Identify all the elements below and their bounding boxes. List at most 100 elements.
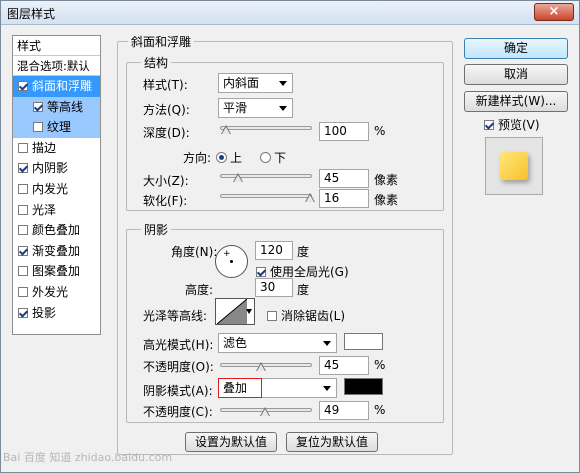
soften-unit: 像素 bbox=[374, 193, 399, 207]
highlight-mode-select[interactable]: 滤色 bbox=[218, 333, 337, 353]
angle-dial[interactable]: + bbox=[215, 245, 248, 278]
style-item-label: 图案叠加 bbox=[32, 264, 81, 279]
crosshair-icon: + bbox=[223, 249, 231, 259]
chevron-down-icon bbox=[323, 341, 331, 346]
depth-label: 深度(D): bbox=[143, 126, 190, 140]
preview-thumbnail bbox=[485, 137, 543, 195]
style-item[interactable]: 外发光 bbox=[13, 282, 100, 303]
style-item[interactable]: 内发光 bbox=[13, 179, 100, 200]
size-slider[interactable] bbox=[220, 171, 312, 183]
reset-default-button[interactable]: 复位为默认值 bbox=[286, 432, 378, 452]
highlight-mode-value: 滤色 bbox=[223, 336, 248, 350]
style-item[interactable]: 内阴影 bbox=[13, 158, 100, 179]
checkbox-icon[interactable] bbox=[18, 307, 28, 318]
style-item[interactable]: 图案叠加 bbox=[13, 261, 100, 282]
checkbox-icon[interactable] bbox=[18, 81, 28, 91]
depth-slider-thumb[interactable] bbox=[221, 125, 232, 135]
checkbox-icon[interactable] bbox=[18, 286, 28, 297]
altitude-unit: 度 bbox=[297, 283, 310, 297]
soften-input[interactable]: 16 bbox=[319, 189, 369, 208]
direction-down-radio[interactable]: 下 bbox=[260, 149, 286, 166]
layer-style-dialog: 图层样式 × 样式 混合选项:默认 斜面和浮雕 等高线纹理描边内阴影内发光光泽颜色… bbox=[0, 0, 580, 473]
checkbox-icon[interactable] bbox=[33, 101, 43, 112]
close-button[interactable]: × bbox=[534, 3, 574, 21]
style-item[interactable]: 描边 bbox=[13, 138, 100, 159]
title-bar[interactable]: 图层样式 × bbox=[1, 1, 579, 25]
shadow-opacity-label: 不透明度(C): bbox=[143, 405, 213, 419]
shadow-opacity-input[interactable]: 49 bbox=[319, 401, 369, 420]
highlight-opacity-slider[interactable] bbox=[220, 360, 312, 372]
depth-slider[interactable] bbox=[220, 123, 312, 135]
depth-input[interactable]: 100 bbox=[319, 122, 369, 141]
style-item-label: 外发光 bbox=[32, 284, 69, 299]
antialias-label: 消除锯齿(L) bbox=[281, 309, 346, 323]
shadow-opacity-slider[interactable] bbox=[220, 405, 312, 417]
contour-icon bbox=[217, 299, 247, 324]
preview-checkbox[interactable]: 预览(V) bbox=[484, 116, 540, 133]
style-item-label: 纹理 bbox=[47, 120, 72, 135]
new-style-button[interactable]: 新建样式(W)... bbox=[464, 91, 568, 112]
checkbox-icon[interactable] bbox=[18, 142, 28, 153]
style-item[interactable]: 投影 bbox=[13, 303, 100, 324]
gloss-contour-picker[interactable] bbox=[215, 298, 255, 325]
angle-unit: 度 bbox=[297, 245, 310, 259]
soften-slider[interactable] bbox=[220, 191, 316, 203]
style-select[interactable]: 内斜面 bbox=[218, 73, 293, 93]
checkbox-icon[interactable] bbox=[33, 122, 43, 133]
style-item-label: 内阴影 bbox=[32, 161, 69, 176]
direction-up-radio[interactable]: 上 bbox=[216, 149, 242, 166]
shadow-mode-select[interactable]: 叠加 bbox=[218, 378, 337, 398]
style-item[interactable]: 纹理 bbox=[13, 117, 100, 138]
style-item[interactable]: 光泽 bbox=[13, 200, 100, 221]
shadow-opacity-thumb[interactable] bbox=[260, 407, 271, 417]
size-unit: 像素 bbox=[374, 173, 399, 187]
gloss-contour-label: 光泽等高线: bbox=[143, 309, 208, 323]
antialias-checkbox[interactable]: 消除锯齿(L) bbox=[267, 307, 345, 324]
altitude-label: 高度: bbox=[185, 283, 214, 297]
style-item-label: 投影 bbox=[32, 305, 57, 320]
angle-label: 角度(N): bbox=[171, 245, 218, 259]
style-item[interactable]: 等高线 bbox=[13, 96, 100, 118]
checkbox-icon[interactable] bbox=[18, 204, 28, 215]
structure-title: 结构 bbox=[141, 54, 172, 71]
direction-down-label: 下 bbox=[274, 151, 287, 165]
depth-unit: % bbox=[374, 124, 386, 138]
chevron-down-icon bbox=[246, 309, 252, 314]
preview-swatch-shape bbox=[500, 152, 528, 180]
highlight-opacity-input[interactable]: 45 bbox=[319, 356, 369, 375]
style-item[interactable]: 颜色叠加 bbox=[13, 220, 100, 241]
checkbox-icon[interactable] bbox=[18, 225, 28, 236]
highlight-color-swatch[interactable] bbox=[344, 333, 383, 350]
cancel-button[interactable]: 取消 bbox=[464, 64, 568, 85]
style-select-value: 内斜面 bbox=[223, 76, 260, 90]
ok-button[interactable]: 确定 bbox=[464, 38, 568, 59]
altitude-input[interactable]: 30 bbox=[255, 278, 293, 297]
chevron-down-icon bbox=[279, 106, 287, 111]
styles-list: 样式 混合选项:默认 斜面和浮雕 等高线纹理描边内阴影内发光光泽颜色叠加 渐变叠加图… bbox=[12, 35, 101, 335]
blending-options-item[interactable]: 混合选项:默认 bbox=[13, 56, 100, 76]
checkbox-icon[interactable] bbox=[18, 183, 28, 194]
checkbox-icon[interactable] bbox=[18, 266, 28, 277]
technique-select[interactable]: 平滑 bbox=[218, 98, 293, 118]
shadow-color-swatch[interactable] bbox=[344, 378, 383, 395]
highlight-mode-label: 高光模式(H): bbox=[143, 338, 214, 352]
style-item[interactable]: 斜面和浮雕 bbox=[13, 76, 100, 97]
angle-input[interactable]: 120 bbox=[255, 241, 293, 260]
radio-icon bbox=[260, 152, 271, 163]
highlight-box bbox=[218, 378, 262, 398]
size-slider-thumb[interactable] bbox=[233, 173, 244, 183]
make-default-button[interactable]: 设置为默认值 bbox=[185, 432, 277, 452]
technique-select-value: 平滑 bbox=[223, 101, 248, 115]
direction-label: 方向: bbox=[183, 151, 212, 165]
size-input[interactable]: 45 bbox=[319, 169, 369, 188]
style-label: 样式(T): bbox=[143, 78, 188, 92]
checkbox-icon[interactable] bbox=[18, 163, 28, 174]
style-item-label: 光泽 bbox=[32, 202, 57, 217]
styles-header[interactable]: 样式 bbox=[13, 36, 100, 56]
checkbox-icon[interactable] bbox=[18, 245, 28, 256]
style-item[interactable]: 渐变叠加 bbox=[13, 241, 100, 262]
chevron-down-icon bbox=[279, 81, 287, 86]
radio-icon bbox=[216, 152, 227, 163]
highlight-opacity-thumb[interactable] bbox=[256, 362, 267, 372]
soften-slider-thumb[interactable] bbox=[305, 193, 316, 203]
